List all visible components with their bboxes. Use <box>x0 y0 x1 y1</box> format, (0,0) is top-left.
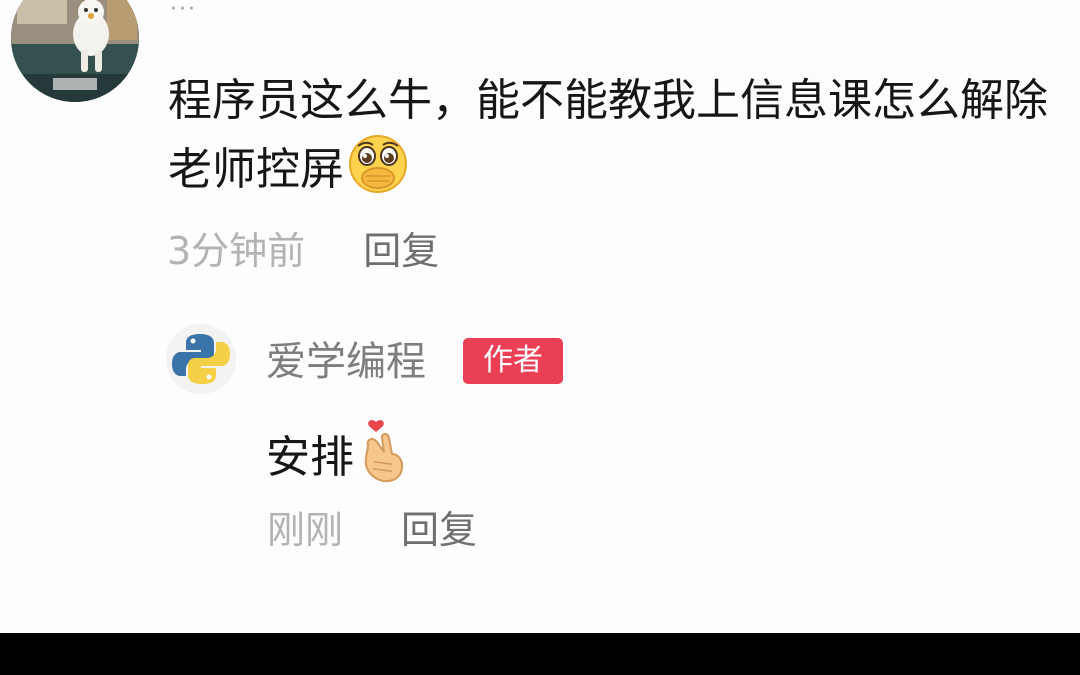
author-avatar[interactable] <box>166 324 236 394</box>
author-badge: 作者 <box>463 338 563 384</box>
pleading-face-hand-over-mouth-icon <box>346 134 412 194</box>
dog-photo-icon <box>11 0 139 102</box>
user-avatar[interactable] <box>11 0 139 102</box>
reply-meta: 刚刚 回复 <box>267 508 477 552</box>
comment-meta: 3分钟前 回复 <box>167 229 439 273</box>
reply-text: 安排 <box>266 432 354 483</box>
reply-to-author-button[interactable]: 回复 <box>401 508 477 552</box>
comment-text: 程序员这么牛，能不能教我上信息课怎么解除老师控屏 <box>168 75 1048 195</box>
comment-timestamp: 3分钟前 <box>167 229 306 273</box>
more-options-icon[interactable]: ··· <box>170 0 197 21</box>
video-letterbox-bar <box>0 633 1080 675</box>
reply-timestamp: 刚刚 <box>267 508 344 552</box>
comment-thread: ··· 程序员这么牛，能不能教我上信息课怎么解除老师控屏 3分钟前 回复 爱学编… <box>0 0 1080 633</box>
comment-body: 程序员这么牛，能不能教我上信息课怎么解除老师控屏 <box>168 68 1048 203</box>
finger-heart-icon <box>358 418 408 484</box>
reply-body: 安排 <box>266 418 408 488</box>
author-name[interactable]: 爱学编程 <box>266 338 426 386</box>
python-logo-icon <box>166 324 236 394</box>
reply-button[interactable]: 回复 <box>363 229 439 273</box>
